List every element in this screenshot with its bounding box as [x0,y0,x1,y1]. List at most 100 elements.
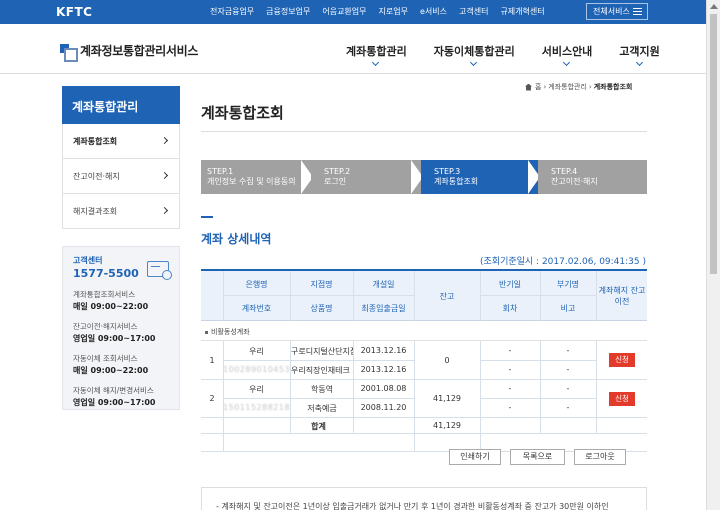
breadcrumb-home[interactable]: 홈 [535,82,541,92]
cell-account-no: 1501152882181 [223,403,290,412]
cell-note: - [566,403,570,412]
scrollbar-thumb[interactable] [710,14,717,274]
th-last-tx: 최종입출금일 [361,304,406,313]
chevron-right-icon [160,136,169,145]
th-branch: 지점명 [310,280,333,289]
print-button[interactable]: 인쇄하기 [449,449,501,465]
all-services-label: 전체서비스 [593,7,630,16]
apply-button[interactable]: 신청 [609,353,635,367]
breadcrumb-separator: › [588,83,592,91]
step-label: 로그인 [324,177,347,186]
cell-branch: 학동역 [310,385,334,394]
sidebar-item-balance-transfer[interactable]: 잔고이전·해지 [62,159,180,194]
cell-balance: 41,129 [433,394,461,403]
top-nav-item-regulation[interactable]: 규제개혁센터 [500,6,544,17]
apply-button[interactable]: 신청 [609,392,635,406]
main-nav-customer-support[interactable]: 고객지원 [619,43,660,67]
cell-opened: 2001.08.08 [360,384,407,393]
breadcrumb-current: 계좌통합조회 [593,83,633,91]
cs-hours-label: 계좌통합조회서비스 [73,290,136,299]
table-gridline [223,295,414,296]
list-button[interactable]: 목록으로 [510,449,565,465]
main-nav: 계좌통합관리 자동이체통합관리 서비스안내 고객지원 [346,43,687,67]
step-3: STEP.3 계좌통합조회 [421,160,540,194]
top-nav-item-e-finance[interactable]: 전자금융업무 [210,6,254,17]
brand-name: 계좌정보통합관리서비스 [80,44,199,58]
action-buttons: 인쇄하기 목록으로 로그아웃 [449,449,626,465]
row-number: 1 [209,356,215,365]
cell-product: 저축예금 [307,404,337,413]
table-gridline [480,295,596,296]
inactive-account-group: 비활동성계좌 [201,321,647,341]
sidebar-item-account-inquiry[interactable]: 계좌통합조회 [62,124,180,159]
th-round: 회차 [502,304,518,313]
cs-hours-balance-transfer: 잔고이전·해지서비스 영업일 09:00~17:00 [73,321,179,344]
th-product: 상품명 [310,304,333,313]
th-note: 비고 [560,304,576,313]
total-value: 41,129 [433,421,461,430]
main-nav-label: 고객지원 [619,45,660,58]
step-label: 잔고이전·해지 [551,177,598,186]
table-gridline [201,417,647,418]
brand-mark-icon [60,43,78,62]
group-label-text: 비활동성계좌 [211,328,250,336]
scroll-up-arrow-icon[interactable] [710,4,718,9]
main-nav-label: 자동이체통합관리 [433,45,515,58]
step-2: STEP.2 로그인 [311,160,423,194]
top-nav-item-customer-center[interactable]: 고객센터 [459,6,488,17]
hamburger-menu-icon [633,8,642,15]
breadcrumb-level1[interactable]: 계좌통합관리 [548,82,587,92]
notice-text: - 계좌해지 및 잔고이전은 1년이상 입출금거래가 없거나 만기 후 1년이 … [216,502,609,510]
cs-hours-value: 매일 09:00~22:00 [73,302,149,311]
table-gridline [596,341,597,433]
step-number: STEP.4 [551,167,578,176]
breadcrumb-separator: › [543,83,547,91]
chevron-down-icon [635,58,643,67]
step-number: STEP.2 [324,167,351,176]
main-nav-account-management[interactable]: 계좌통합관리 [346,43,407,67]
main-nav-auto-transfer[interactable]: 자동이체통합관리 [433,43,515,67]
total-label: 합계 [311,422,326,431]
top-nav-item-bill-exchange[interactable]: 어음교환업무 [322,6,366,17]
cell-product: 우리직장인재테크 저 [291,366,353,375]
main-nav-label: 계좌통합관리 [346,45,407,58]
top-nav-item-giro[interactable]: 지로업무 [379,6,408,17]
main-nav-service-guide[interactable]: 서비스안내 [541,43,593,67]
chevron-down-icon [372,58,380,67]
home-icon[interactable] [525,83,532,91]
notice-box: - 계좌해지 및 잔고이전은 1년이상 입출금거래가 없거나 만기 후 1년이 … [201,487,647,510]
th-half-year: 반기일 [498,280,522,289]
sidebar-item-close-result[interactable]: 해지결과조회 [62,194,180,229]
top-bar: KFTC 전자금융업무 금융정보업무 어음교환업무 지로업무 e서비스 고객센터… [0,0,720,24]
table-gridline [480,360,596,361]
th-account-no: 계좌번호 [241,304,272,313]
top-nav-item-fin-info[interactable]: 금융정보업무 [266,6,310,17]
cell-round: - [508,365,512,374]
kftc-logo[interactable]: KFTC [56,5,93,19]
cell-half-year: - [508,384,512,393]
step-number: STEP.3 [434,167,461,176]
cell-balance: 0 [444,356,450,365]
top-nav-item-e-service[interactable]: e서비스 [420,6,447,17]
cs-hours-account-inquiry: 계좌통합조회서비스 매일 09:00~22:00 [73,289,179,312]
section-accent-line [201,216,213,218]
th-balance: 잔고 [439,292,455,301]
inquiry-base-date: (조회기준일시 : 2017.02.06, 09:41:35 ) [480,257,646,267]
sidebar-item-label: 잔고이전·해지 [73,172,120,181]
th-opened: 개설일 [372,280,395,289]
table-gridline [201,433,647,434]
sidebar-menu: 계좌통합조회 잔고이전·해지 해지결과조회 [62,124,180,229]
vertical-scrollbar[interactable] [706,0,720,510]
step-number: STEP.1 [207,167,234,176]
cell-round: - [508,403,512,412]
cell-bank: 우리 [249,347,264,356]
logout-button[interactable]: 로그아웃 [574,449,626,465]
calculator-card-icon [147,261,172,280]
cs-hours-auto-transfer-change: 자동이체 해지/변경서비스 영업일 09:00~17:00 [73,385,179,408]
main-nav-label: 서비스안내 [541,45,593,58]
brand-logo[interactable]: 계좌정보통합관리서비스 [60,42,199,62]
account-detail-table: 은행명 계좌번호 지점명 상품명 개설일 최종입출금일 잔고 반기일 회차 부기… [201,269,647,452]
table-body: 1 우리 1002890104534 구로디지털산단지점 우리직장인재테크 저 … [201,341,647,452]
all-services-button[interactable]: 전체서비스 [586,3,648,20]
chevron-down-icon [470,58,478,67]
